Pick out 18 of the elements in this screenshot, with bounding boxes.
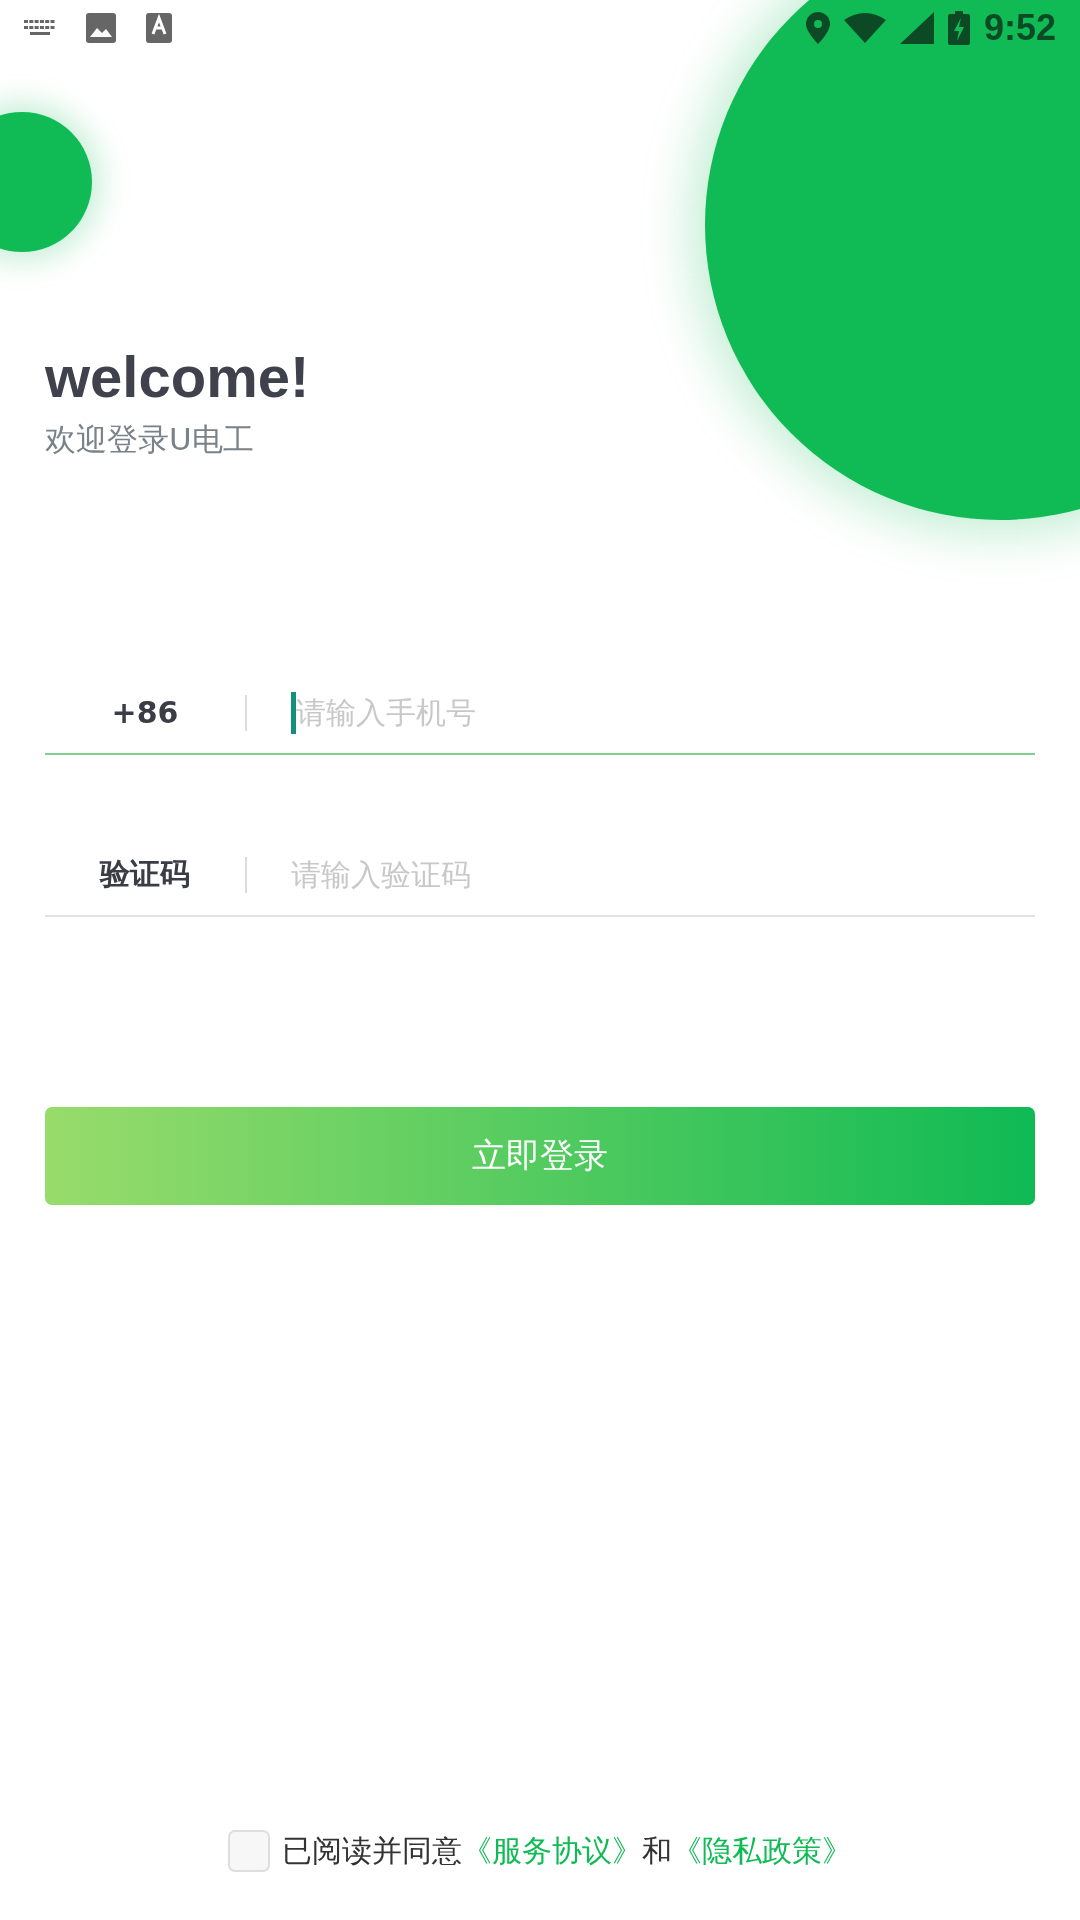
keyboard-icon [24,17,56,38]
privacy-policy-link[interactable]: 《隐私政策》 [672,1830,852,1872]
welcome-title: welcome! [45,345,311,409]
clock-time: 9:52 [983,6,1056,49]
login-button[interactable]: 立即登录 [45,1106,1035,1205]
image-icon [86,12,116,43]
text-cursor [291,691,296,734]
signal-icon [899,11,934,44]
font-icon [146,12,172,43]
welcome-subtitle: 欢迎登录U电工 [45,419,255,459]
service-agreement-link[interactable]: 《服务协议》 [462,1830,642,1872]
field-label: +86 [110,695,180,731]
location-icon [805,11,830,44]
agreement-checkbox[interactable] [228,1830,270,1872]
wifi-icon [843,12,886,43]
field-label: 验证码 [98,855,191,894]
agreement-text: 和 [642,1831,672,1870]
agreement-text: 已阅读并同意 [282,1831,462,1870]
